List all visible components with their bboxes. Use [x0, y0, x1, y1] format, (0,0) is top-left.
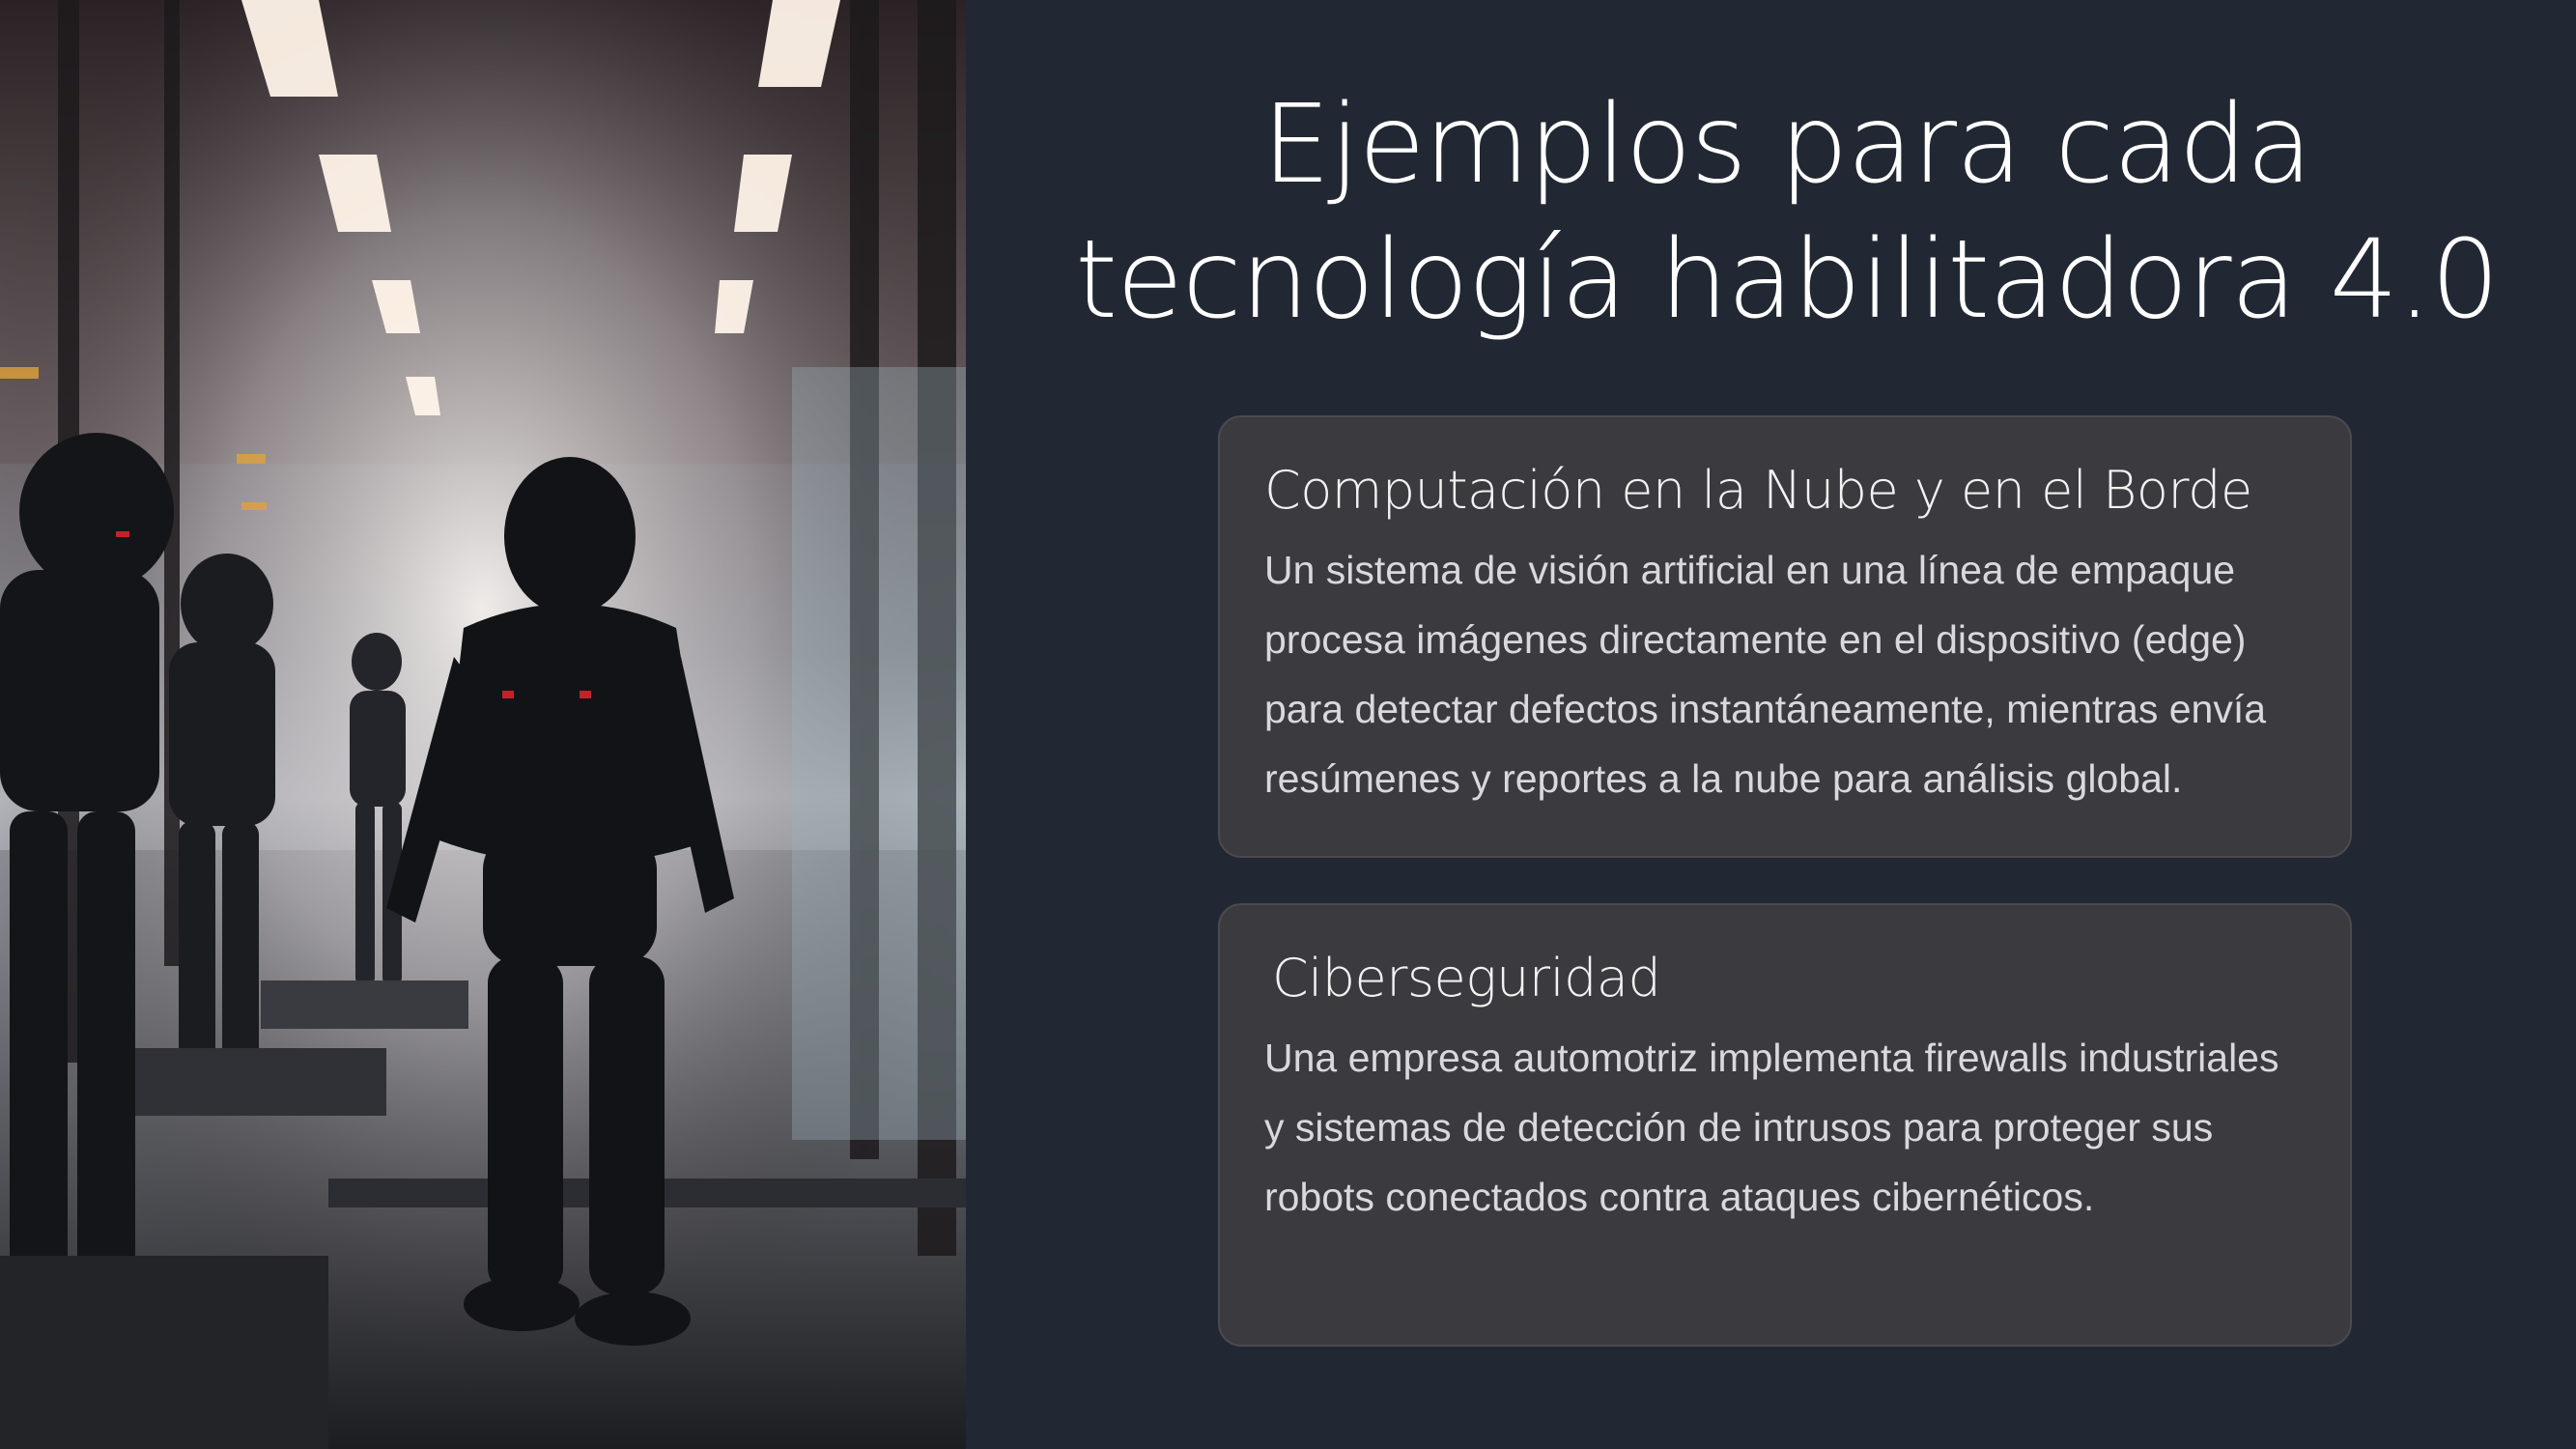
title-line-2: tecnología habilitadora 4.0	[1075, 217, 2500, 343]
card-body: Un sistema de visión artificial en una l…	[1264, 548, 2267, 801]
card-heading: Ciberseguridad	[1272, 948, 1661, 1009]
card-heading: Computación en la Nube y en el Borde	[1264, 460, 2252, 521]
robots-factory-image	[0, 0, 966, 1449]
robots-illustration-icon	[0, 0, 966, 1449]
card-body: Una empresa automotriz implementa firewa…	[1264, 1036, 2279, 1219]
slide-title: Ejemplos para cada tecnología habilitado…	[1005, 77, 2569, 348]
title-line-1: Ejemplos para cada	[1261, 82, 2313, 208]
card-cybersecurity: Ciberseguridad Una empresa automotriz im…	[1218, 903, 2352, 1347]
card-cloud-edge: Computación en la Nube y en el Borde Un …	[1218, 415, 2352, 858]
